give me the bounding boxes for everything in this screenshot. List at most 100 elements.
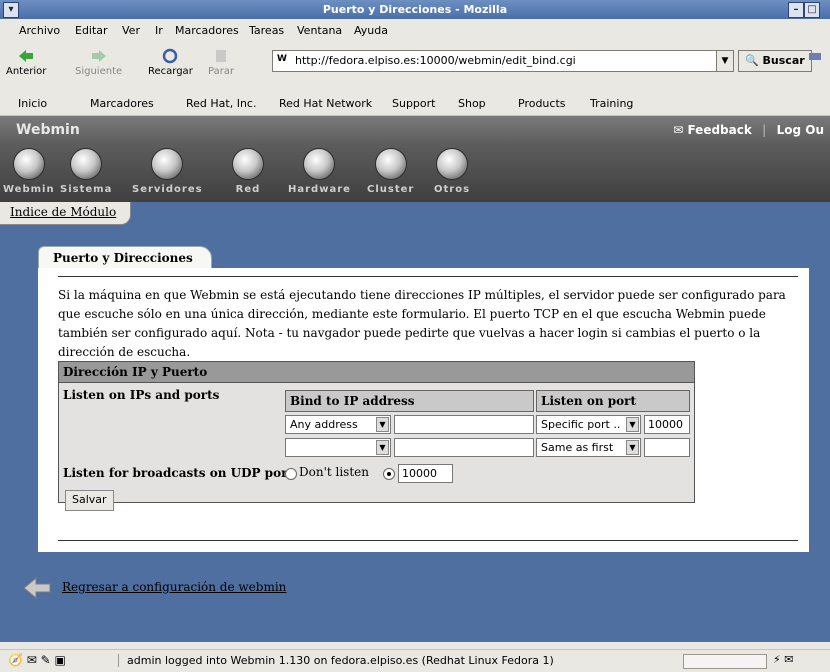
url-dropdown-icon[interactable]: ▼ (716, 51, 733, 71)
menu-ventana[interactable]: Ventana (297, 24, 342, 37)
bookmark-marcadores[interactable]: Marcadores (90, 97, 154, 110)
search-label: Buscar (762, 54, 805, 67)
bind-address-input-1[interactable] (394, 415, 534, 434)
bookmark-redhat[interactable]: Red Hat, Inc. (186, 97, 256, 110)
module-cluster[interactable]: Cluster (367, 148, 414, 195)
save-button[interactable]: Salvar (65, 490, 114, 511)
bind-address-input-2[interactable] (394, 438, 534, 457)
bind-form: Dirección IP y Puerto Listen on IPs and … (58, 361, 695, 511)
chevron-down-icon: ▼ (376, 417, 389, 432)
udp-port-input[interactable]: 10000 (398, 464, 453, 483)
webmin-icon (12, 148, 45, 180)
form-header: Dirección IP y Puerto (59, 362, 694, 383)
module-hardware[interactable]: Hardware (288, 148, 351, 195)
stop-label: Parar (208, 66, 235, 77)
description-text: Si la máquina en que Webmin se está ejec… (58, 288, 786, 359)
cluster-icon (374, 148, 407, 180)
page-content: Webmin ✉ Feedback | Log Ou Webmin Sistem… (0, 116, 830, 642)
page-title-tab: Puerto y Direcciones (38, 246, 212, 269)
search-button[interactable]: 🔍 Buscar (738, 50, 812, 72)
module-servidores[interactable]: Servidores (132, 148, 203, 195)
module-webmin[interactable]: Webmin (3, 148, 55, 195)
module-red[interactable]: Red (232, 148, 264, 195)
module-label: Sistema (60, 184, 113, 195)
logout-label: Log Ou (776, 123, 824, 137)
header-links: ✉ Feedback | Log Ou (673, 123, 824, 137)
udp-port-radio[interactable] (383, 468, 395, 480)
port-input-1[interactable]: 10000 (644, 415, 690, 434)
hardware-icon (303, 148, 336, 180)
port-input-2[interactable] (644, 438, 690, 457)
minimize-button[interactable]: – (788, 2, 804, 18)
bind-address-select-2[interactable]: ▼ (285, 438, 391, 457)
port-select-1[interactable]: Specific port .. ▼ (536, 415, 641, 434)
menu-editar[interactable]: Editar (75, 24, 108, 37)
maximize-button[interactable]: □ (804, 2, 820, 18)
others-icon (436, 148, 469, 180)
module-bar: Webmin Sistema Servidores Red Hardware C… (0, 144, 830, 202)
reload-icon (163, 48, 178, 64)
select-value: Specific port .. (541, 418, 621, 431)
print-button[interactable] (806, 48, 824, 66)
bookmark-inicio[interactable]: Inicio (18, 97, 47, 110)
reload-label: Recargar (148, 66, 193, 77)
back-to-config-link[interactable]: Regresar a configuración de webmin (62, 580, 286, 594)
arrow-left-icon (19, 50, 34, 62)
menu-ver[interactable]: Ver (122, 24, 140, 37)
column-port: Listen on port (536, 390, 690, 412)
bookmark-shop[interactable]: Shop (458, 97, 486, 110)
select-value: Same as first (541, 441, 614, 454)
menu-bar: Archivo Editar Ver Ir Marcadores Tareas … (0, 19, 830, 42)
stop-button[interactable]: Parar (208, 48, 234, 77)
module-label: Webmin (3, 184, 55, 195)
back-arrow-icon[interactable] (22, 576, 52, 600)
stop-icon (216, 50, 227, 62)
menu-tareas[interactable]: Tareas (249, 24, 284, 37)
bottom-divider (58, 540, 798, 541)
online-icon: ⚡ ✉ (773, 653, 794, 666)
back-button[interactable]: Anterior (6, 48, 46, 77)
window-title: Puerto y Direcciones - Mozilla (322, 3, 508, 16)
bookmark-products[interactable]: Products (518, 97, 566, 110)
top-divider (58, 276, 798, 277)
mail-icon: ✉ (673, 123, 684, 137)
url-bar[interactable]: W http://fedora.elpiso.es:10000/webmin/e… (272, 50, 734, 72)
menu-ir[interactable]: Ir (155, 24, 163, 37)
port-select-2[interactable]: Same as first ▼ (536, 438, 641, 457)
module-index-link[interactable]: Indice de Módulo (10, 205, 116, 219)
udp-dont-listen-radio[interactable] (285, 468, 297, 480)
forward-button[interactable]: Siguiente (75, 48, 122, 77)
status-text: admin logged into Webmin 1.130 on fedora… (118, 654, 554, 667)
chevron-down-icon: ▼ (626, 417, 639, 432)
bookmark-training[interactable]: Training (590, 97, 633, 110)
bookmark-redhat-network[interactable]: Red Hat Network (279, 97, 372, 110)
servers-icon (151, 148, 184, 180)
bookmark-support[interactable]: Support (392, 97, 435, 110)
network-icon (232, 148, 264, 180)
module-otros[interactable]: Otros (434, 148, 470, 195)
printer-icon (809, 53, 821, 60)
status-bar: 🧭 ✉ ✎ ▣ admin logged into Webmin 1.130 o… (0, 649, 830, 672)
feedback-label: Feedback (687, 123, 752, 137)
menu-archivo[interactable]: Archivo (19, 24, 60, 37)
progress-bar (683, 654, 767, 669)
window-titlebar: Puerto y Direcciones - Mozilla ▾ – □ (0, 0, 830, 19)
logout-link[interactable]: Log Ou (777, 123, 824, 137)
module-label: Cluster (367, 184, 415, 195)
site-icon: W (277, 54, 287, 64)
bind-address-select-1[interactable]: Any address ▼ (285, 415, 391, 434)
menu-ayuda[interactable]: Ayuda (354, 24, 388, 37)
system-icon (70, 148, 103, 180)
chevron-down-icon: ▼ (376, 440, 389, 455)
search-icon: 🔍 (745, 54, 759, 67)
webmin-header: Webmin ✉ Feedback | Log Ou (0, 116, 830, 144)
reload-button[interactable]: Recargar (148, 48, 193, 77)
udp-label: Listen for broadcasts on UDP port (63, 466, 293, 480)
menu-marcadores[interactable]: Marcadores (175, 24, 239, 37)
back-label: Anterior (6, 66, 47, 77)
feedback-link[interactable]: ✉ Feedback (673, 123, 752, 137)
module-sistema[interactable]: Sistema (60, 148, 112, 195)
module-index-tab: Indice de Módulo (0, 202, 132, 225)
window-menu-button[interactable]: ▾ (3, 2, 19, 18)
component-bar-icons[interactable]: 🧭 ✉ ✎ ▣ (8, 653, 66, 667)
